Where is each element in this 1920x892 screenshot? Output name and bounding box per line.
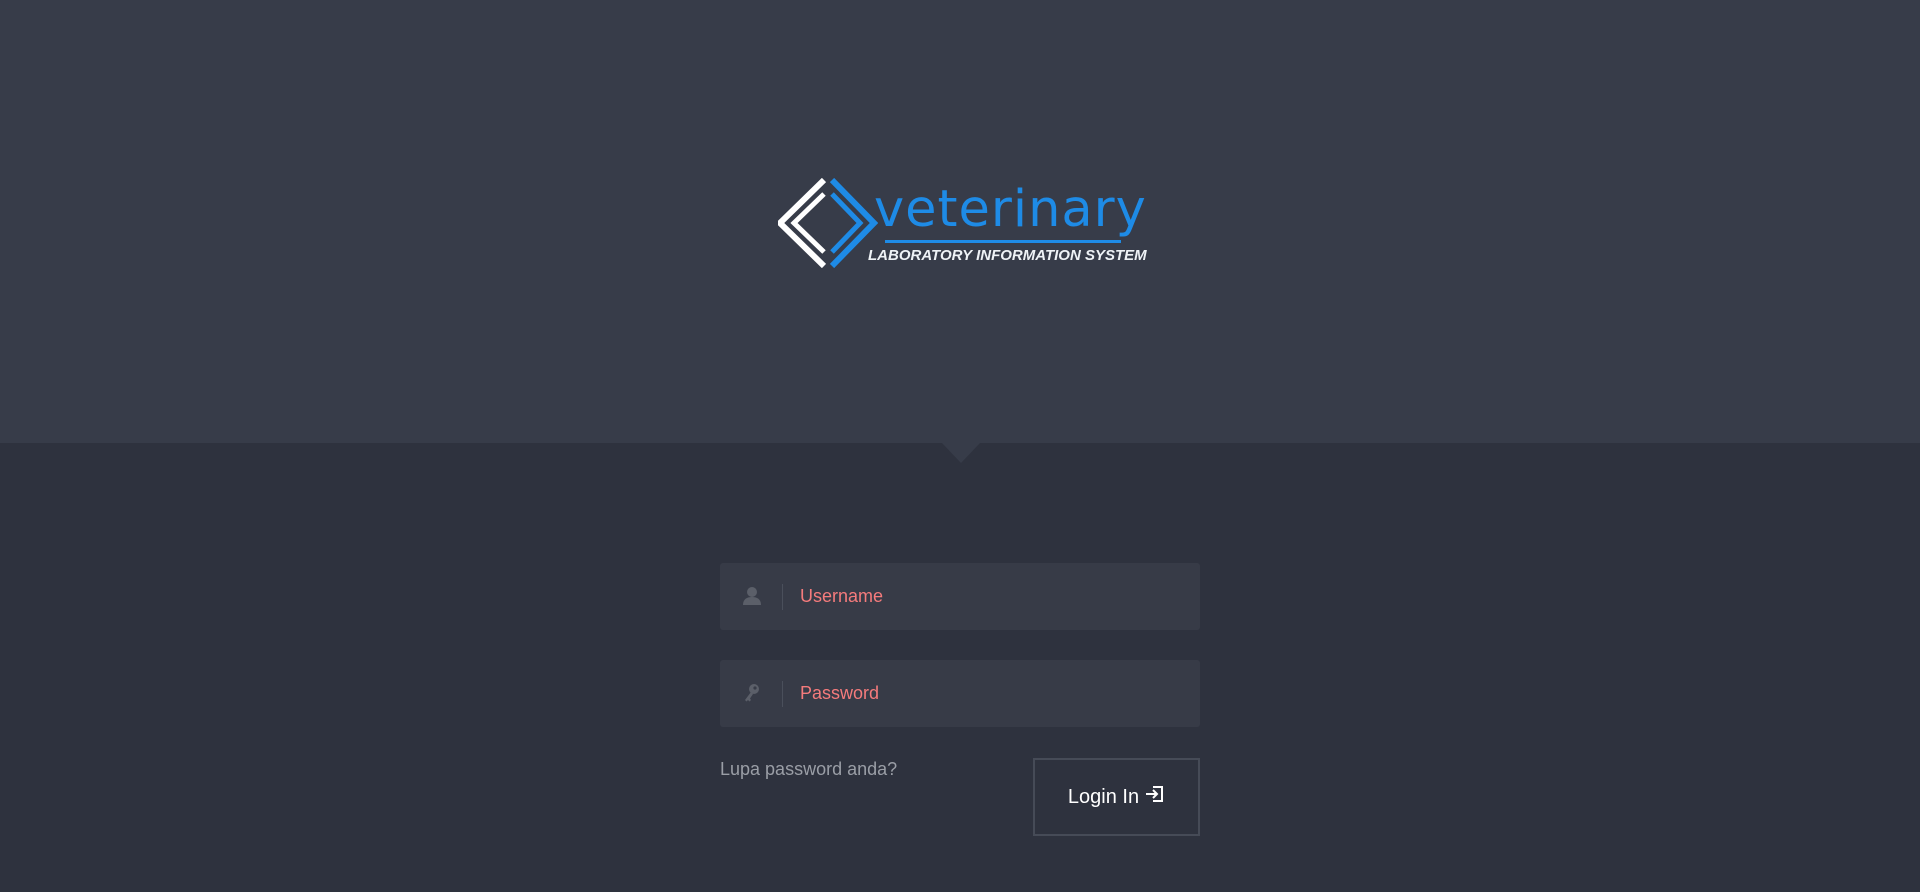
field-separator bbox=[782, 584, 783, 610]
password-input[interactable] bbox=[800, 660, 1190, 727]
password-field bbox=[720, 660, 1200, 727]
logo-brand-text: veterinary bbox=[874, 180, 1147, 239]
login-button[interactable]: Login In bbox=[1033, 758, 1200, 836]
logo: veterinary LABORATORY INFORMATION SYSTEM bbox=[778, 178, 1147, 268]
login-page: veterinary LABORATORY INFORMATION SYSTEM bbox=[0, 0, 1920, 892]
username-input[interactable] bbox=[800, 563, 1190, 630]
logo-tagline: LABORATORY INFORMATION SYSTEM bbox=[868, 247, 1147, 264]
header-band: veterinary LABORATORY INFORMATION SYSTEM bbox=[0, 0, 1920, 443]
header-pointer bbox=[942, 443, 980, 463]
login-button-label: Login In bbox=[1067, 785, 1140, 808]
key-icon bbox=[742, 682, 762, 704]
forgot-password-link[interactable]: Lupa password anda? bbox=[720, 759, 897, 780]
logo-underline bbox=[885, 240, 1121, 243]
user-icon bbox=[742, 585, 762, 607]
field-separator bbox=[782, 681, 783, 707]
username-field bbox=[720, 563, 1200, 630]
logo-chevron-icon bbox=[778, 178, 878, 268]
sign-in-icon bbox=[1145, 784, 1165, 810]
login-form: Lupa password anda? Login In bbox=[720, 563, 1200, 836]
